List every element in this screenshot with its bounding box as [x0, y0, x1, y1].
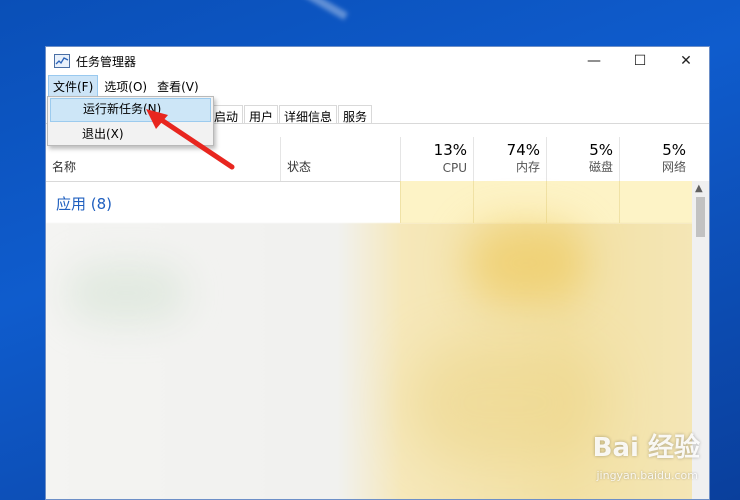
column-disk[interactable]: 5% 磁盘	[546, 137, 619, 181]
menu-file[interactable]: 文件(F)	[48, 74, 99, 98]
close-button[interactable]: ✕	[663, 47, 709, 75]
network-percent: 5%	[662, 141, 686, 159]
network-heat-cell	[619, 181, 693, 223]
baidu-watermark-url: jingyan.baidu.com	[596, 469, 698, 482]
menu-view[interactable]: 查看(V)	[153, 76, 203, 97]
cpu-label: CPU	[442, 161, 467, 175]
desktop-light-streak	[162, 0, 348, 20]
window-controls: — ☐ ✕	[571, 47, 709, 75]
minimize-button[interactable]: —	[571, 47, 617, 75]
column-cpu[interactable]: 13% CPU	[400, 137, 473, 181]
memory-percent: 74%	[506, 141, 540, 159]
column-name-label: 名称	[52, 160, 77, 174]
apps-section-label: 应用 (8)	[56, 195, 113, 213]
cpu-heat-cell	[400, 181, 473, 223]
memory-label: 内存	[515, 160, 540, 174]
column-status-label: 状态	[287, 160, 312, 174]
apps-section-row[interactable]: 应用 (8)	[46, 181, 709, 223]
menu-options[interactable]: 选项(O)	[100, 76, 151, 97]
maximize-button[interactable]: ☐	[617, 47, 663, 75]
tab-services[interactable]: 服务	[338, 105, 373, 124]
column-status[interactable]: 状态	[280, 137, 400, 181]
baidu-watermark-logo: Bai 经验	[592, 433, 700, 463]
column-memory[interactable]: 74% 内存	[473, 137, 546, 181]
task-manager-icon	[54, 54, 70, 68]
tab-details[interactable]: 详细信息	[279, 105, 338, 124]
menu-bar: 文件(F) 选项(O) 查看(V)	[46, 74, 709, 98]
red-arrow-icon	[146, 109, 235, 170]
cpu-percent: 13%	[433, 141, 467, 159]
disk-heat-cell	[546, 181, 619, 223]
window-title: 任务管理器	[76, 54, 137, 69]
memory-heat-cell	[473, 181, 546, 223]
disk-label: 磁盘	[588, 160, 613, 174]
title-bar: 任务管理器 — ☐ ✕	[46, 47, 709, 75]
disk-percent: 5%	[589, 141, 613, 159]
scroll-up-icon[interactable]: ▲	[695, 183, 703, 194]
network-label: 网络	[661, 160, 686, 174]
scroll-thumb[interactable]	[696, 197, 705, 237]
tab-users[interactable]: 用户	[244, 105, 279, 124]
column-network[interactable]: 5% 网络	[619, 137, 692, 181]
